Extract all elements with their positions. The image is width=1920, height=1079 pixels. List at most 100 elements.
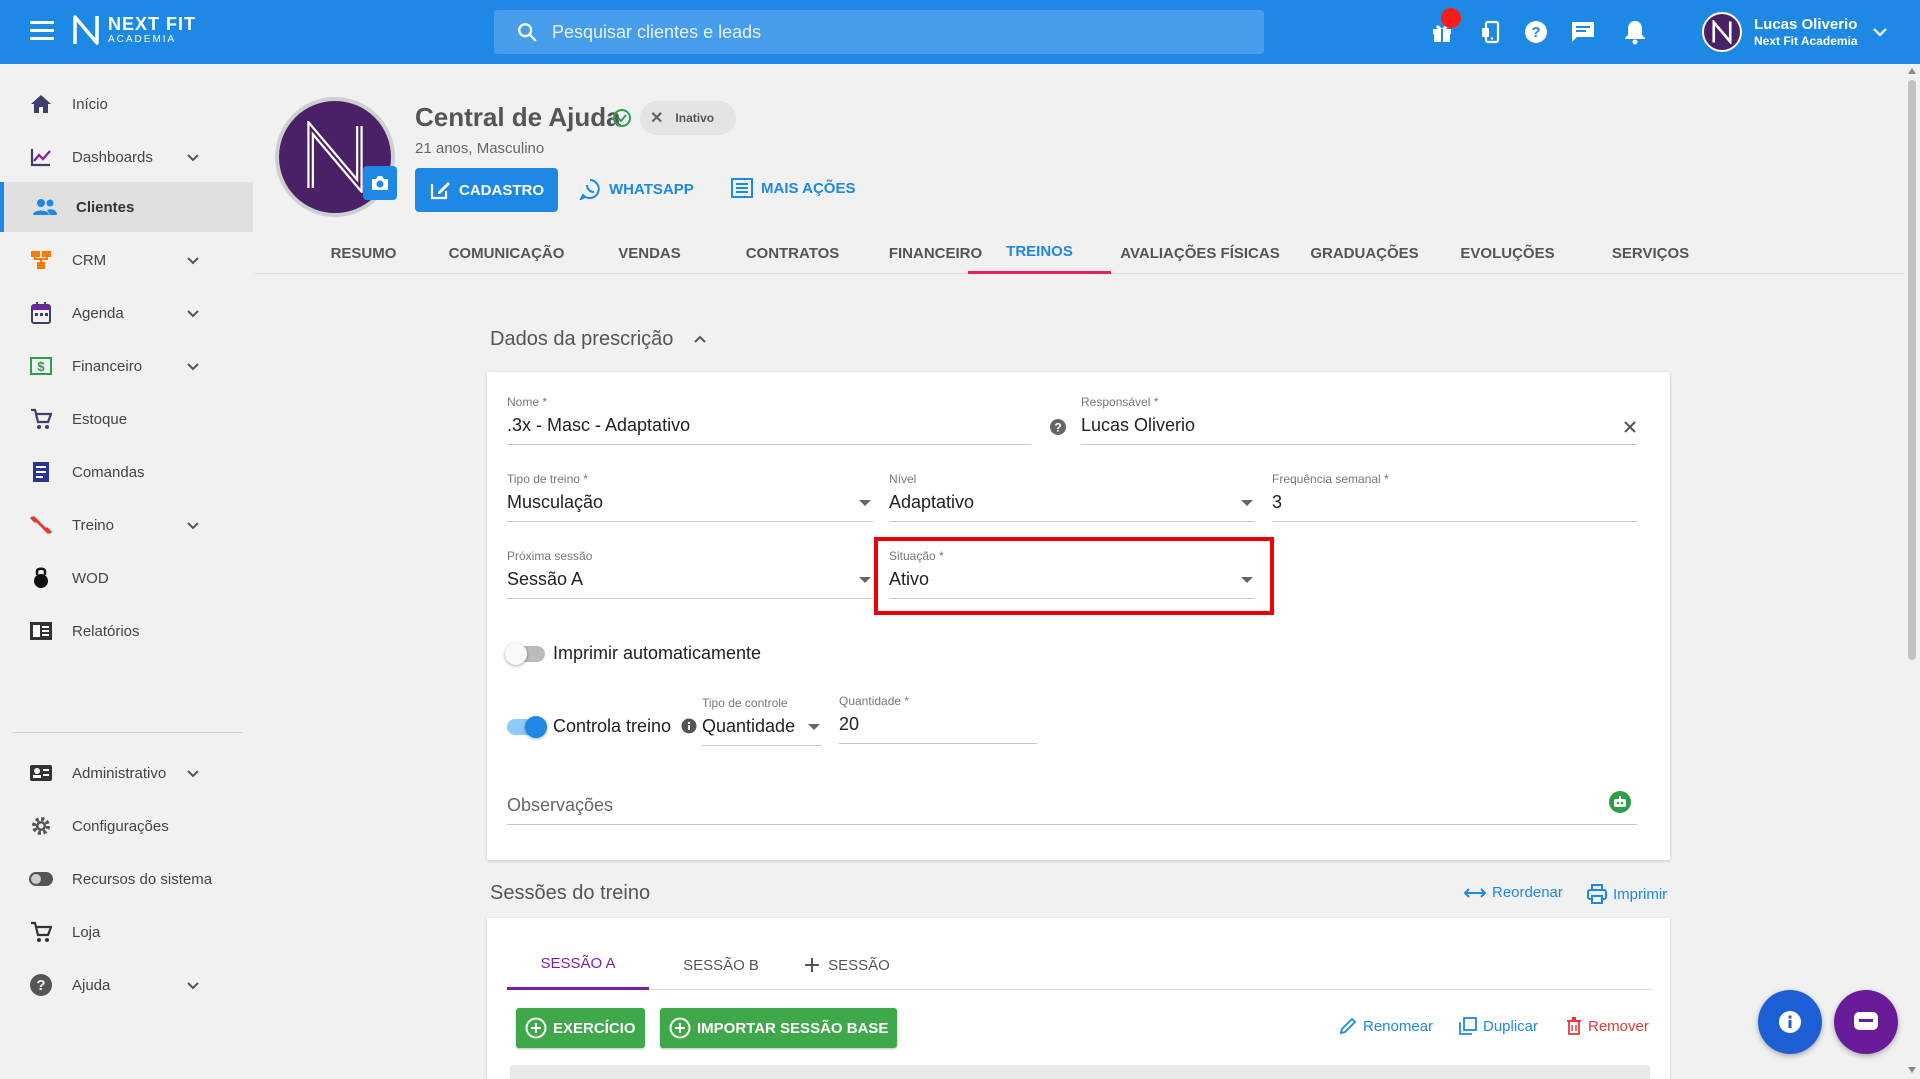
- duplicar-button[interactable]: Duplicar: [1459, 1017, 1538, 1035]
- user-menu[interactable]: Lucas Oliverio Next Fit Academia: [1702, 12, 1888, 52]
- tab-servicos[interactable]: SERVIÇOS: [1579, 232, 1722, 274]
- quantidade-value[interactable]: 20: [839, 714, 1037, 744]
- help-icon[interactable]: ?: [1049, 418, 1067, 436]
- quantidade-field[interactable]: Quantidade * 20: [839, 694, 1037, 744]
- scrollbar-thumb[interactable]: [1908, 80, 1916, 660]
- responsavel-field[interactable]: Responsável * Lucas Oliverio: [1081, 395, 1637, 445]
- chat-fab[interactable]: [1834, 990, 1898, 1054]
- trash-icon: [1567, 1017, 1581, 1035]
- imprimir-toggle[interactable]: [505, 643, 545, 665]
- frequencia-label: Frequência semanal *: [1272, 472, 1389, 486]
- tab-avaliacoes[interactable]: AVALIAÇÕES FÍSICAS: [1110, 232, 1290, 274]
- sidebar-item-wod[interactable]: WOD: [0, 553, 253, 603]
- bell-icon[interactable]: [1621, 18, 1649, 46]
- imprimir-label: Imprimir automaticamente: [553, 643, 762, 663]
- sidebar-item-label: WOD: [72, 569, 109, 587]
- add-sessao-tab[interactable]: SESSÃO: [797, 940, 897, 990]
- gear-icon: [28, 813, 54, 839]
- sidebar-item-clientes[interactable]: Clientes: [0, 182, 253, 232]
- help-icon[interactable]: ?: [1522, 18, 1550, 46]
- chevron-down-icon: [187, 981, 199, 989]
- reordenar-button[interactable]: Reordenar: [1464, 884, 1563, 901]
- tab-sessao-a[interactable]: SESSÃO A: [507, 940, 649, 990]
- menu-icon[interactable]: [30, 21, 54, 41]
- sidebar-item-inicio[interactable]: Início: [0, 79, 253, 129]
- frequencia-value[interactable]: 3: [1272, 492, 1637, 522]
- tab-comunicacao[interactable]: COMUNICAÇÃO: [435, 232, 578, 274]
- search-input[interactable]: [552, 21, 1152, 43]
- list-icon: [731, 178, 753, 198]
- remover-button[interactable]: Remover: [1566, 1017, 1649, 1035]
- sidebar-item-recursos[interactable]: Recursos do sistema: [0, 854, 253, 904]
- sidebar-item-comandas[interactable]: Comandas: [0, 447, 253, 497]
- prescricao-header[interactable]: Dados da prescrição: [490, 328, 707, 351]
- chat-icon: [1854, 1012, 1878, 1030]
- change-photo-button[interactable]: [363, 166, 397, 200]
- add-exercicio-button[interactable]: EXERCÍCIO: [516, 1008, 645, 1048]
- sidebar-item-label: Comandas: [72, 463, 145, 481]
- nivel-select[interactable]: Nível Adaptativo: [889, 472, 1255, 522]
- sidebar-item-ajuda[interactable]: ? Ajuda: [0, 960, 253, 1010]
- scroll-down-icon[interactable]: [1908, 1067, 1916, 1073]
- info-fab[interactable]: [1758, 990, 1822, 1054]
- info-icon[interactable]: [681, 718, 697, 734]
- sidebar-item-dashboards[interactable]: Dashboards: [0, 132, 253, 182]
- tab-treinos[interactable]: TREINOS: [968, 232, 1111, 274]
- tipo-controle-select[interactable]: Tipo de controle Quantidade: [702, 696, 822, 746]
- frequencia-field[interactable]: Frequência semanal * 3: [1272, 472, 1637, 522]
- tipo-treino-select[interactable]: Tipo de treino * Musculação: [507, 472, 873, 522]
- sidebar-item-agenda[interactable]: Agenda: [0, 288, 253, 338]
- sidebar-item-estoque[interactable]: Estoque: [0, 394, 253, 444]
- responsavel-value[interactable]: Lucas Oliverio: [1081, 415, 1637, 445]
- importar-sessao-label: IMPORTAR SESSÃO BASE: [697, 1019, 889, 1037]
- chat-icon[interactable]: [1569, 18, 1597, 46]
- app-logo[interactable]: NEXT FIT ACADEMIA: [72, 14, 196, 46]
- status-badge[interactable]: ✕ Inativo: [640, 101, 736, 135]
- sidebar-item-relatorios[interactable]: Relatórios: [0, 606, 253, 656]
- mais-acoes-button[interactable]: MAIS AÇÕES: [731, 178, 855, 198]
- tab-graduacoes[interactable]: GRADUAÇÕES: [1293, 232, 1436, 274]
- mobile-icon[interactable]: [1477, 18, 1505, 46]
- sidebar-item-loja[interactable]: Loja: [0, 907, 253, 957]
- scroll-up-icon[interactable]: [1908, 68, 1916, 74]
- sidebar-item-label: Agenda: [72, 304, 124, 322]
- renomear-button[interactable]: Renomear: [1339, 1017, 1433, 1035]
- prescricao-card: [487, 372, 1670, 860]
- controla-treino-toggle[interactable]: [507, 716, 547, 738]
- importar-sessao-button[interactable]: IMPORTAR SESSÃO BASE: [660, 1008, 898, 1048]
- tab-sessao-b[interactable]: SESSÃO B: [650, 940, 792, 990]
- observacoes-input[interactable]: Observações: [507, 795, 1637, 825]
- scrollbar[interactable]: [1904, 64, 1920, 1079]
- cadastro-button[interactable]: CADASTRO: [415, 168, 558, 212]
- whatsapp-button[interactable]: WHATSAPP: [579, 178, 694, 200]
- tab-contratos[interactable]: CONTRATOS: [721, 232, 864, 274]
- sidebar-item-crm[interactable]: CRM: [0, 235, 253, 285]
- imprimir-label: Imprimir: [1613, 885, 1668, 903]
- sidebar-item-configuracoes[interactable]: Configurações: [0, 801, 253, 851]
- clear-icon[interactable]: [1623, 420, 1637, 434]
- logo-mark-icon: [307, 121, 363, 193]
- copy-icon: [1459, 1017, 1477, 1035]
- dropdown-arrow-icon: [808, 724, 820, 730]
- proxima-sessao-select[interactable]: Próxima sessão Sessão A: [507, 549, 873, 599]
- kettlebell-icon: [28, 565, 54, 591]
- sidebar-item-treino[interactable]: Treino: [0, 500, 253, 550]
- nome-value[interactable]: .3x - Masc - Adaptativo: [507, 415, 1031, 445]
- tab-evolucoes[interactable]: EVOLUÇÕES: [1436, 232, 1579, 274]
- nome-field[interactable]: Nome * .3x - Masc - Adaptativo: [507, 395, 1031, 445]
- sidebar-item-financeiro[interactable]: $ Financeiro: [0, 341, 253, 391]
- tab-vendas[interactable]: VENDAS: [578, 232, 721, 274]
- close-icon: ✕: [650, 110, 664, 127]
- sidebar-item-label: Estoque: [72, 410, 128, 428]
- sidebar-item-label: Início: [72, 95, 108, 113]
- money-icon: $: [28, 353, 54, 379]
- sidebar-item-label: Relatórios: [72, 622, 140, 640]
- imprimir-button[interactable]: Imprimir: [1587, 884, 1667, 904]
- svg-text:$: $: [37, 359, 45, 374]
- proxima-sessao-label: Próxima sessão: [507, 549, 593, 563]
- robot-icon[interactable]: [1609, 791, 1631, 813]
- sidebar-item-administrativo[interactable]: Administrativo: [0, 748, 253, 798]
- duplicar-label: Duplicar: [1483, 1017, 1539, 1035]
- search-bar[interactable]: [494, 10, 1264, 54]
- tab-resumo[interactable]: RESUMO: [292, 232, 435, 274]
